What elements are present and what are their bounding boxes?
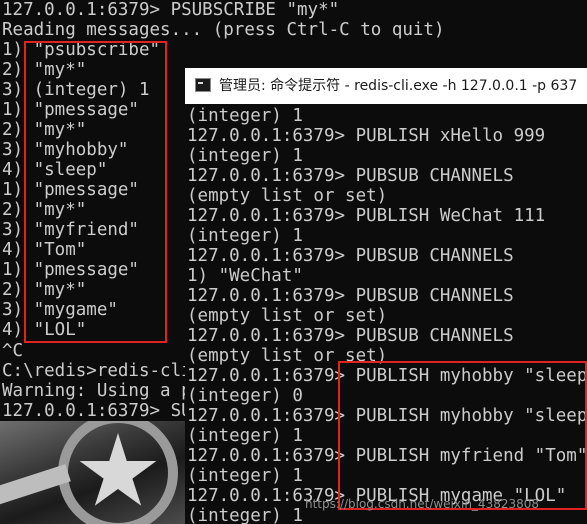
terminal-line: 3) "myfriend" (2, 220, 139, 240)
desktop-wallpaper (0, 421, 185, 524)
terminal-line: (integer) 0 (187, 386, 303, 406)
terminal-line: (empty list or set) (187, 306, 388, 326)
terminal-line: (integer) 1 (187, 226, 303, 246)
terminal-line: 127.0.0.1:6379> PUBLISH myfriend "Tom" (187, 446, 587, 466)
window-title: 管理员: 命令提示符 - redis-cli.exe -h 127.0.0.1 … (219, 78, 578, 94)
terminal-line: 4) "LOL" (2, 320, 87, 340)
terminal-line: 2) "my*" (2, 280, 87, 300)
terminal-line: 1) "psubscribe" (2, 40, 161, 60)
terminal-line: 1) "pmessage" (2, 260, 139, 280)
terminal-line: 3) "myhobby" (2, 140, 129, 160)
terminal-line: 127.0.0.1:6379> PUBSUB CHANNELS (187, 326, 514, 346)
terminal-line: C:\redis>redis-cli. (2, 361, 203, 381)
terminal-line: 1) "WeChat" (187, 266, 303, 286)
terminal-line: 3) (integer) 1 (2, 80, 150, 100)
terminal-line: 1) "pmessage" (2, 180, 139, 200)
terminal-line: 2) "my*" (2, 200, 87, 220)
terminal-line: 127.0.0.1:6379> PSUBSCRIBE "my*" (2, 0, 340, 20)
terminal-line: (integer) 1 (187, 146, 303, 166)
terminal-line: ^C (2, 341, 24, 361)
terminal-line: 4) "Tom" (2, 240, 87, 260)
terminal-line: (integer) 1 (187, 106, 303, 126)
terminal-line: (integer) 1 (187, 506, 303, 524)
cmd-window-publisher[interactable]: 管理员: 命令提示符 - redis-cli.exe -h 127.0.0.1 … (185, 68, 587, 524)
terminal-line: 127.0.0.1:6379> PUBLISH WeChat 111 (187, 206, 546, 226)
terminal-line: Reading messages... (press Ctrl-C to qui… (2, 20, 445, 40)
terminal-line: 2) "my*" (2, 60, 87, 80)
terminal-line: 4) "sleep" (2, 160, 108, 180)
watermark-text: https://blog.csdn.net/weixin_43823808 (305, 497, 540, 511)
terminal-line: 2) "my*" (2, 120, 87, 140)
terminal-line: 127.0.0.1:6379> PUBSUB CHANNELS (187, 166, 514, 186)
terminal-line: 127.0.0.1:6379> PUBLISH myhobby "sleep" (187, 406, 587, 426)
terminal-line: 127.0.0.1:6379> PUBSUB CHANNELS (187, 286, 514, 306)
terminal-line: (integer) 1 (187, 426, 303, 446)
terminal-line: 127.0.0.1:6379> PUBLISH xHello 999 (187, 126, 546, 146)
terminal-line: (empty list or set) (187, 186, 388, 206)
terminal-line: Warning: Using a pa (2, 381, 203, 401)
terminal-line: 127.0.0.1:6379> PUBSUB CHANNELS (187, 246, 514, 266)
terminal-line: 1) "pmessage" (2, 100, 139, 120)
terminal-line: 127.0.0.1:6379> SUB (2, 401, 203, 421)
terminal-line: 3) "mygame" (2, 300, 118, 320)
cmd-icon (195, 78, 211, 92)
terminal-line: 127.0.0.1:6379> PUBLISH myhobby "sleep" (187, 366, 587, 386)
terminal-line: (integer) 1 (187, 466, 303, 486)
terminal-line: (empty list or set) (187, 346, 388, 366)
window-titlebar[interactable]: 管理员: 命令提示符 - redis-cli.exe -h 127.0.0.1 … (185, 68, 587, 104)
